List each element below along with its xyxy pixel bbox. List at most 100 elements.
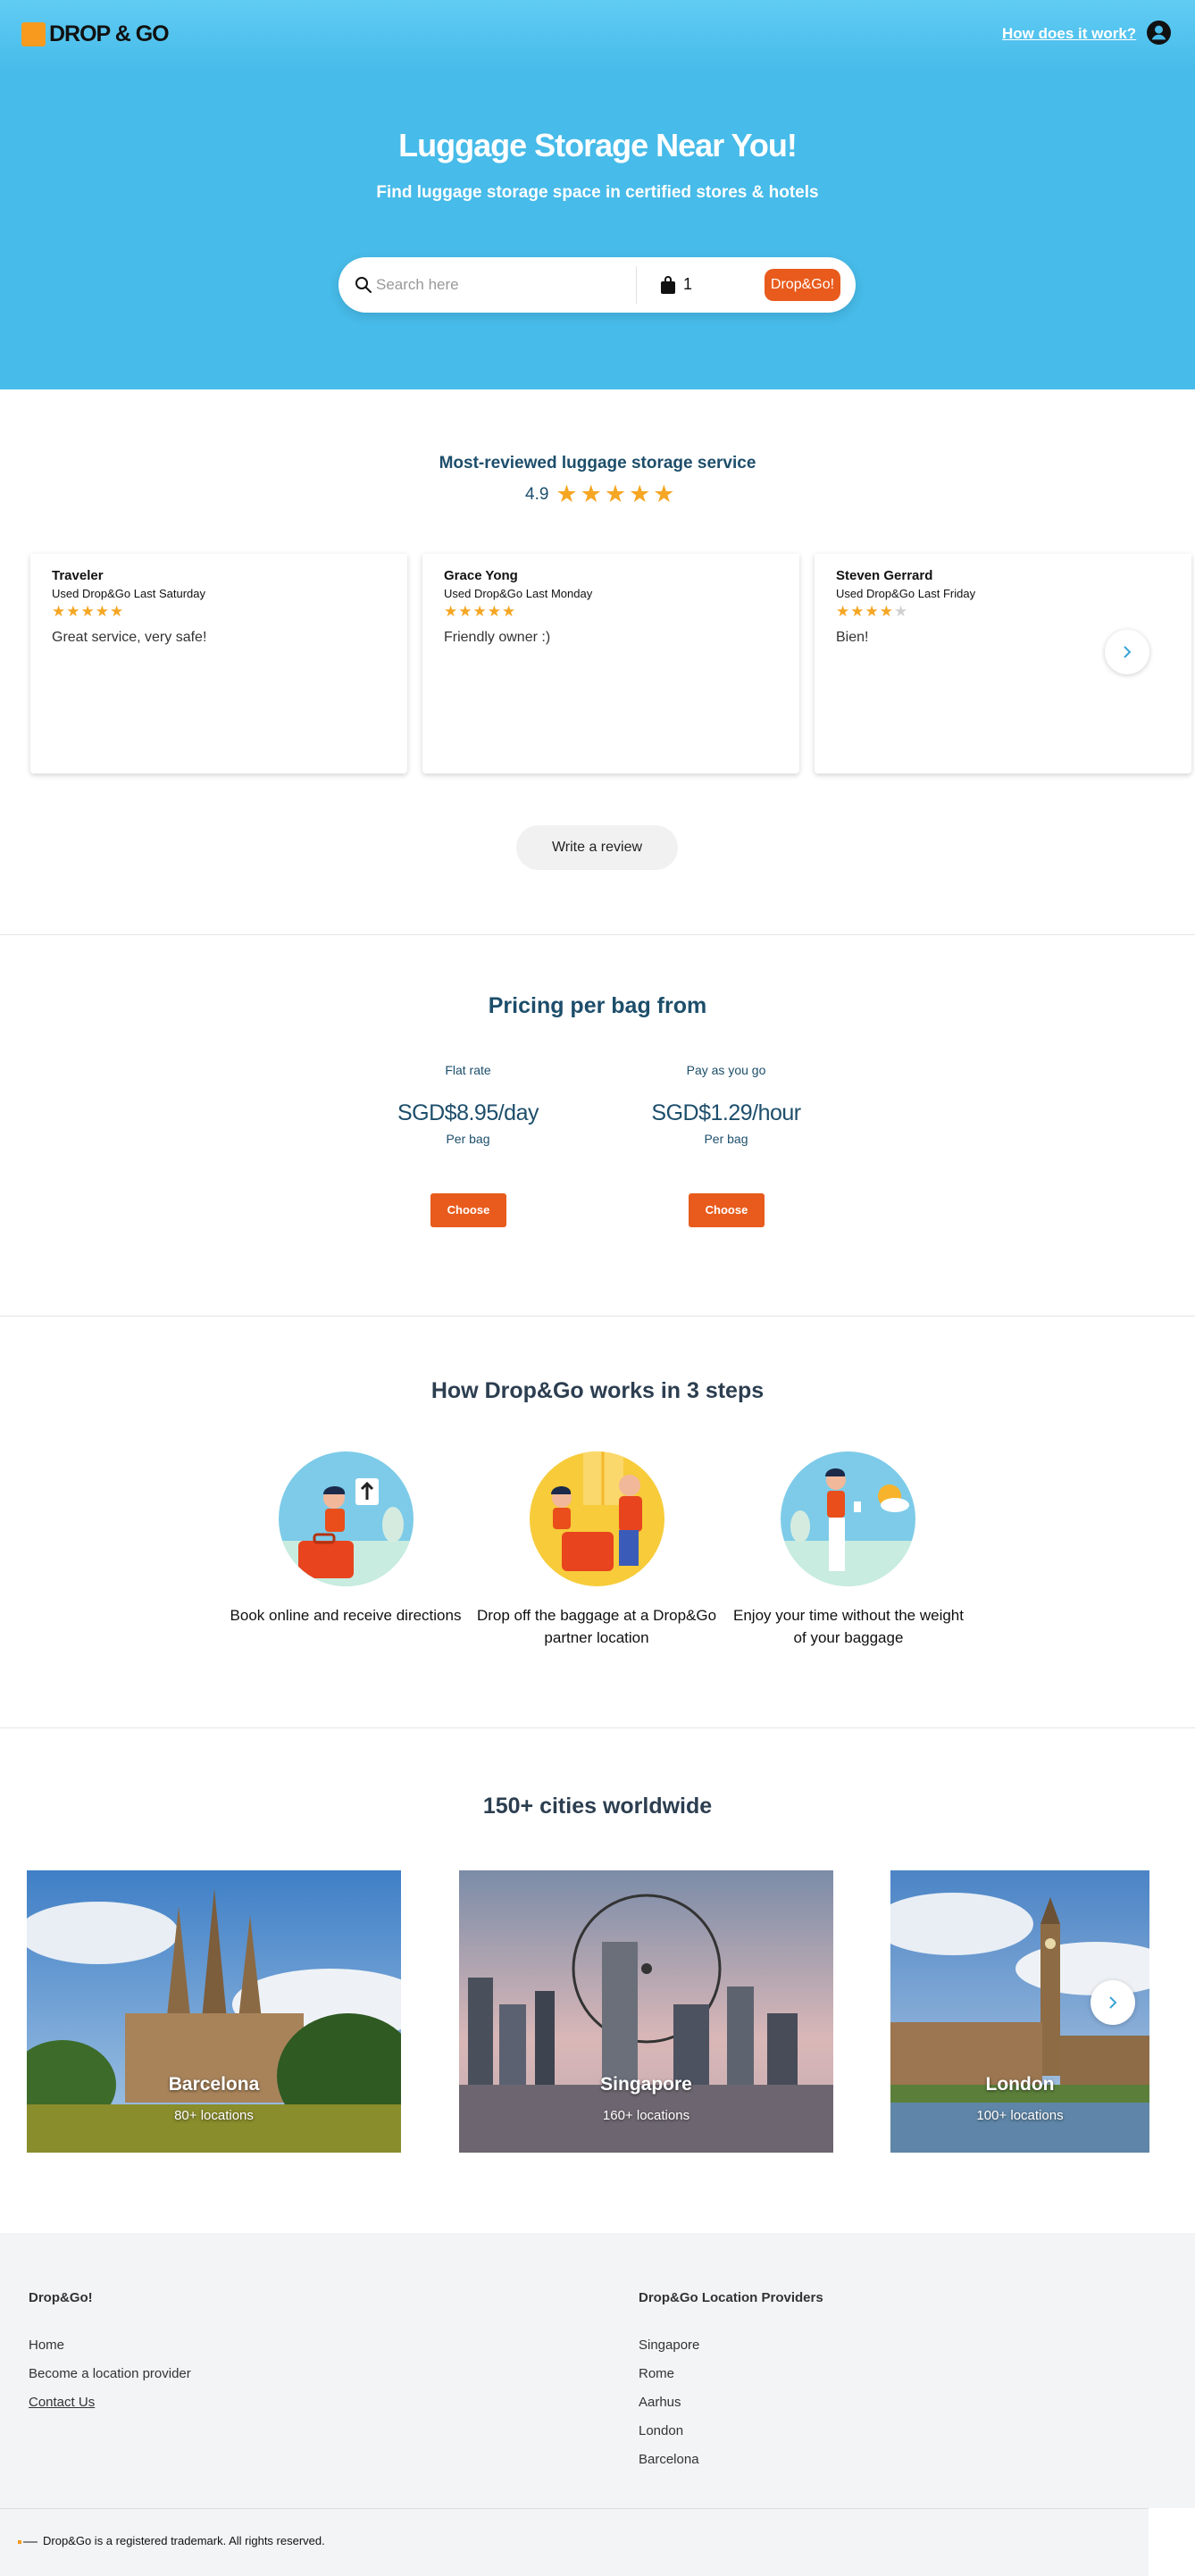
pricing-heading: Pricing per bag from: [488, 993, 707, 1018]
review-card: Traveler Used Drop&Go Last Saturday ★ ★ ★ ★…: [30, 554, 407, 774]
copyright-bar: Drop&Go is a registered trademark. All r…: [0, 2508, 1149, 2576]
star-icon: ★: [95, 603, 109, 620]
search-submit-button[interactable]: Drop&Go!: [765, 269, 840, 301]
review-date: Used Drop&Go Last Saturday: [52, 587, 205, 600]
star-icon: ★: [66, 603, 80, 620]
logo-text: DROP & GO: [49, 21, 170, 46]
section-divider: [0, 1316, 1195, 1317]
search-input[interactable]: [376, 272, 626, 298]
city-location-count: 80+ locations: [174, 2108, 254, 2123]
star-icon: ★: [52, 603, 66, 620]
review-text: Friendly owner :): [444, 630, 551, 645]
star-empty-icon: ★: [894, 603, 908, 620]
footer-link-home[interactable]: Home: [29, 2338, 191, 2353]
how-it-works-link[interactable]: How does it work?: [1002, 25, 1136, 43]
city-location-count: 100+ locations: [976, 2108, 1064, 2123]
city-location-count: 160+ locations: [602, 2108, 690, 2123]
review-date: Used Drop&Go Last Monday: [444, 587, 593, 600]
footer-link-barcelona[interactable]: Barcelona: [639, 2452, 823, 2467]
star-icon: ★: [502, 603, 516, 620]
review-text: Great service, very safe!: [52, 630, 207, 645]
page-subtitle: Find luggage storage space in certified …: [376, 183, 819, 202]
step-1-text: Book online and receive directions: [230, 1607, 462, 1624]
star-icon: ★: [444, 603, 458, 620]
star-icon: ★: [80, 603, 95, 620]
reviewer-name: Grace Yong: [444, 568, 518, 583]
pricing-plan-flat: Flat rate SGD$8.95/day Per bag: [388, 1063, 548, 1146]
choose-hourly-button[interactable]: Choose: [689, 1193, 765, 1227]
footer-link-contact[interactable]: Contact Us: [29, 2395, 191, 2410]
star-icon: ★: [629, 481, 651, 507]
cities-heading: 150+ cities worldwide: [482, 1794, 713, 1819]
chevron-right-icon: [1109, 1996, 1117, 2009]
drop-off-illustration: [530, 1451, 664, 1586]
book-online-illustration: [279, 1451, 414, 1586]
star-icon: ★: [865, 603, 879, 620]
city-name: Singapore: [600, 2074, 692, 2095]
footer: Drop&Go! Home Become a location provider…: [0, 2233, 1195, 2508]
plan-label: Flat rate: [445, 1063, 491, 1077]
city-name: Barcelona: [168, 2074, 260, 2095]
reviewer-name: Steven Gerrard: [836, 568, 933, 583]
star-icon: ★: [850, 603, 865, 620]
user-account-icon[interactable]: [1147, 21, 1171, 45]
review-stars: ★ ★ ★ ★ ★: [444, 604, 778, 619]
star-icon: ★: [472, 603, 487, 620]
city-name: London: [985, 2074, 1055, 2095]
reviews-next-button[interactable]: [1105, 630, 1149, 674]
pricing-plan-hourly: Pay as you go SGD$1.29/hour Per bag: [646, 1063, 806, 1146]
review-date: Used Drop&Go Last Friday: [836, 587, 976, 600]
overall-rating: 4.9 ★ ★ ★ ★ ★: [525, 482, 675, 506]
mini-logo-icon: [18, 2540, 38, 2544]
chevron-right-icon: [1124, 646, 1132, 658]
bag-count-input[interactable]: 1: [683, 275, 692, 294]
footer-col-providers: Drop&Go Location Providers Singapore Rom…: [639, 2290, 823, 2467]
plan-label: Pay as you go: [686, 1063, 766, 1077]
enjoy-time-illustration: [781, 1451, 915, 1586]
rating-stars: ★ ★ ★ ★ ★: [556, 482, 674, 506]
star-icon: ★: [836, 603, 850, 620]
search-icon: [355, 277, 372, 293]
review-stars: ★ ★ ★ ★ ★: [836, 604, 1170, 619]
section-divider: [0, 934, 1195, 935]
footer-link-become-provider[interactable]: Become a location provider: [29, 2366, 191, 2381]
star-icon: ★: [110, 603, 124, 620]
review-card: Grace Yong Used Drop&Go Last Monday ★ ★ ★ ★…: [422, 554, 799, 774]
step-3-text: Enjoy your time without the weight of yo…: [733, 1607, 964, 1646]
logo[interactable]: DROP & GO: [21, 21, 170, 47]
star-icon: ★: [879, 603, 893, 620]
cities-next-button[interactable]: [1091, 1980, 1135, 2025]
plan-unit: Per bag: [446, 1132, 490, 1146]
step-2-text: Drop off the baggage at a Drop&Go partne…: [476, 1607, 717, 1646]
star-icon: ★: [653, 481, 675, 507]
star-icon: ★: [580, 481, 602, 507]
rating-value: 4.9: [525, 484, 549, 504]
logo-mark-icon: [21, 22, 46, 46]
city-card-singapore[interactable]: Singapore 160+ locations: [459, 1870, 833, 2153]
plan-price: SGD$8.95/day: [397, 1100, 539, 1125]
footer-link-rome[interactable]: Rome: [639, 2366, 823, 2381]
footer-col-company: Drop&Go! Home Become a location provider…: [29, 2290, 191, 2410]
footer-link-aarhus[interactable]: Aarhus: [639, 2395, 823, 2410]
steps-heading: How Drop&Go works in 3 steps: [430, 1378, 765, 1403]
footer-heading: Drop&Go!: [29, 2290, 93, 2305]
plan-unit: Per bag: [704, 1132, 748, 1146]
star-icon: ★: [604, 481, 627, 507]
section-divider: [0, 1727, 1195, 1728]
search-bar: 1 Drop&Go!: [338, 257, 856, 313]
city-card-barcelona[interactable]: Barcelona 80+ locations: [27, 1870, 401, 2153]
footer-link-london[interactable]: London: [639, 2423, 823, 2438]
footer-link-singapore[interactable]: Singapore: [639, 2338, 823, 2353]
hero-banner: DROP & GO How does it work? Luggage Stor…: [0, 0, 1195, 389]
reviewer-name: Traveler: [52, 568, 104, 583]
plan-price: SGD$1.29/hour: [651, 1100, 801, 1125]
write-review-button[interactable]: Write a review: [516, 825, 678, 870]
choose-flat-button[interactable]: Choose: [430, 1193, 506, 1227]
search-divider: [636, 266, 637, 304]
star-icon: ★: [556, 481, 578, 507]
copyright-text: Drop&Go is a registered trademark. All r…: [43, 2534, 325, 2547]
star-icon: ★: [487, 603, 501, 620]
review-stars: ★ ★ ★ ★ ★: [52, 604, 386, 619]
reviews-heading: Most-reviewed luggage storage service: [439, 454, 756, 473]
star-icon: ★: [458, 603, 472, 620]
